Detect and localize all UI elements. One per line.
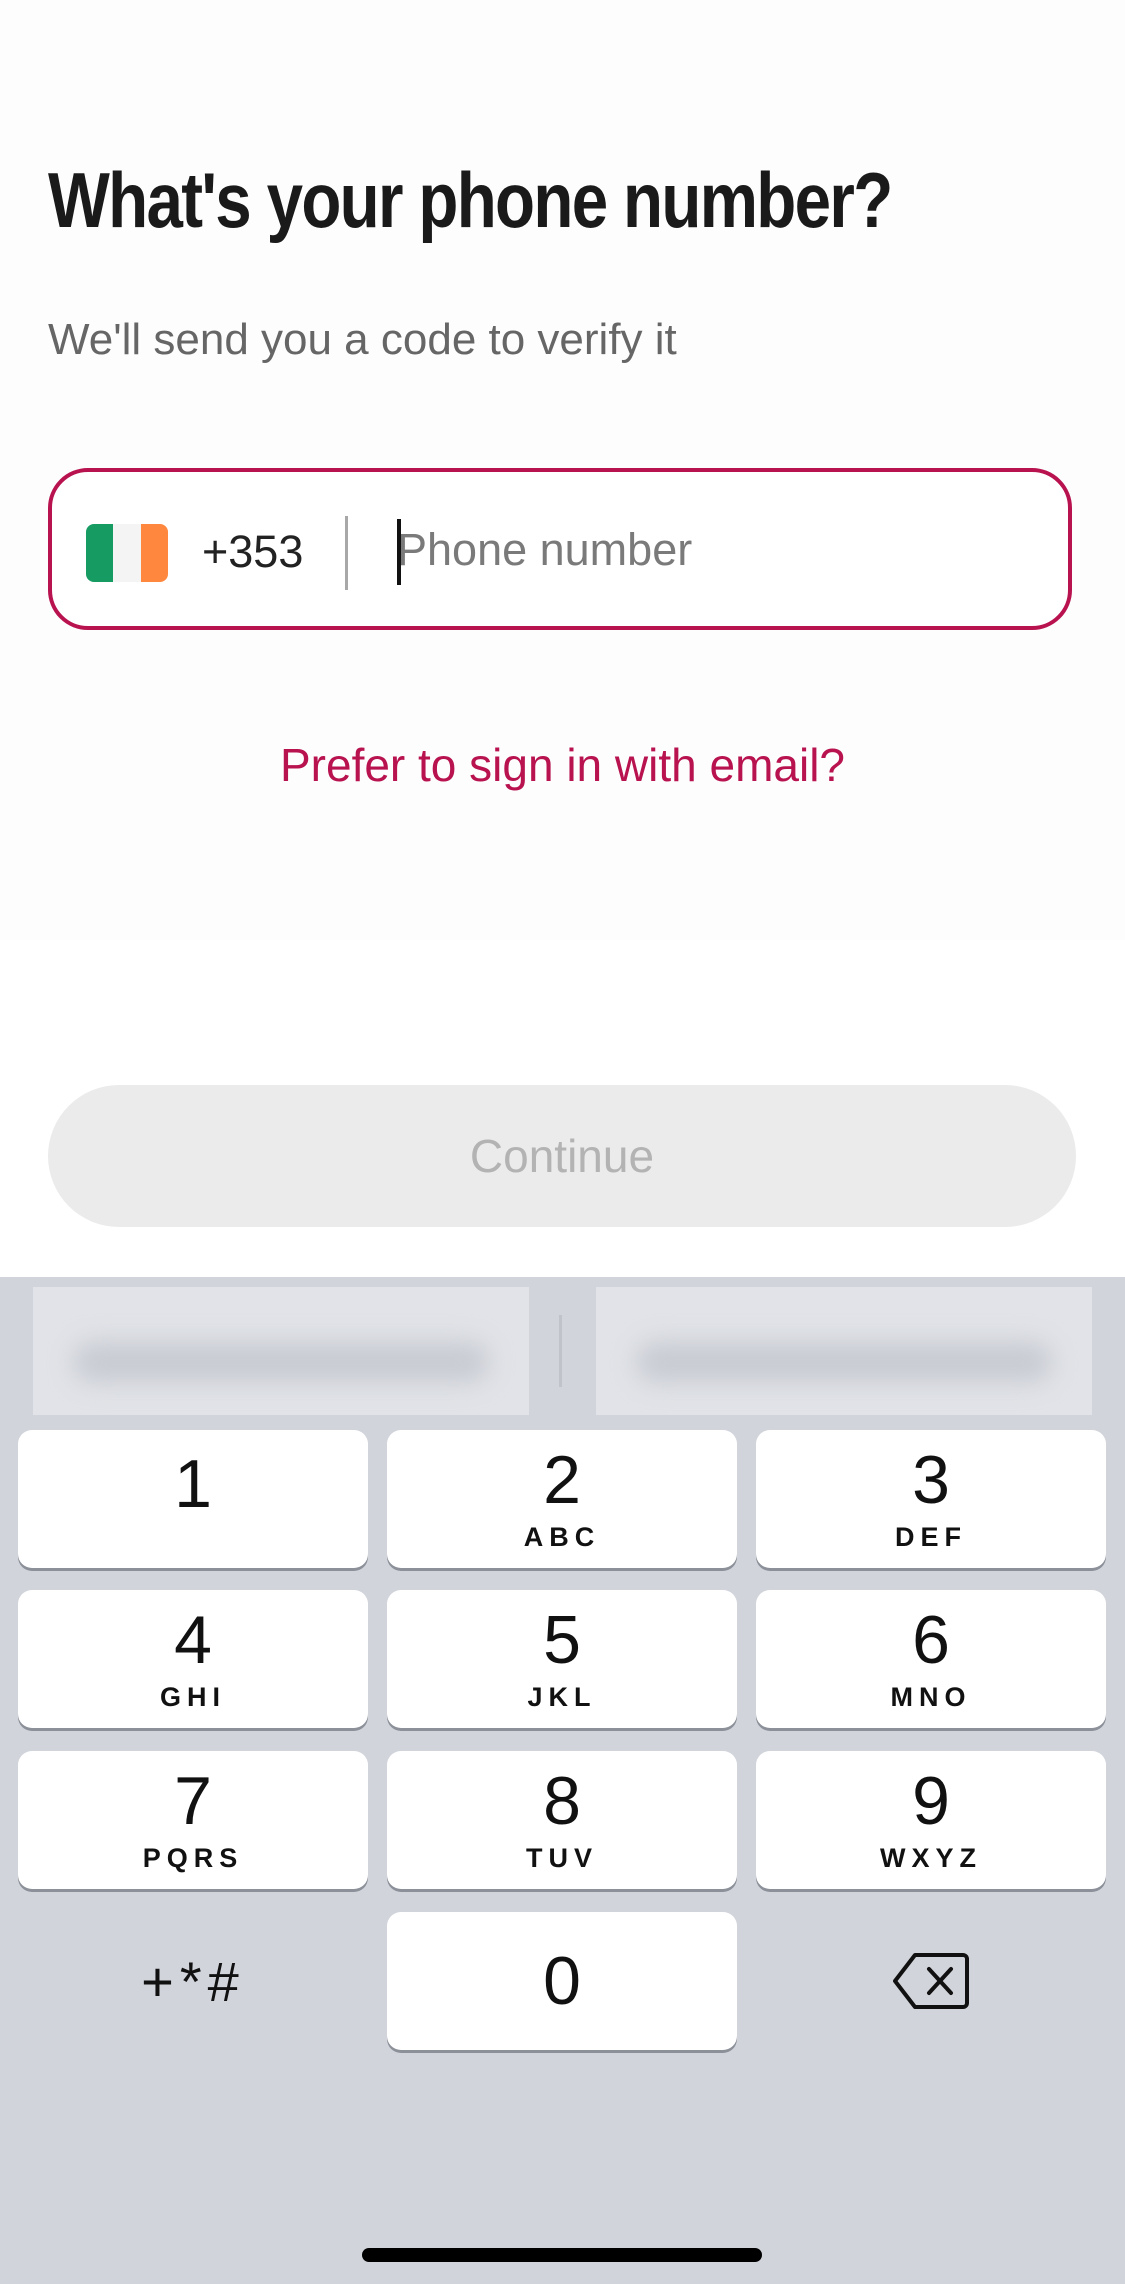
ireland-flag-icon[interactable]: [86, 524, 168, 582]
key-digit: 3: [912, 1442, 950, 1518]
key-letters: WXYZ: [880, 1843, 982, 1873]
country-code-selector[interactable]: +353: [202, 522, 303, 582]
delete-key[interactable]: [756, 1912, 1106, 2050]
key-digit: 1: [174, 1446, 212, 1522]
key-digit: 0: [543, 1943, 581, 2019]
suggestion-blurred-text: [636, 1342, 1052, 1382]
text-cursor: [397, 519, 401, 585]
flag-stripe-white: [113, 524, 141, 582]
key-0[interactable]: 0: [387, 1912, 737, 2050]
key-digit: 9: [912, 1763, 950, 1839]
key-5[interactable]: 5 JKL: [387, 1590, 737, 1728]
backspace-icon: [893, 1953, 969, 2009]
page-subtitle: We'll send you a code to verify it: [48, 315, 677, 364]
key-9[interactable]: 9 WXYZ: [756, 1751, 1106, 1889]
key-letters: MNO: [890, 1682, 972, 1712]
symbols-key[interactable]: +*#: [18, 1912, 368, 2050]
key-digit: 4: [174, 1602, 212, 1678]
key-8[interactable]: 8 TUV: [387, 1751, 737, 1889]
numeric-keyboard: 1 2 ABC 3 DEF 4 GHI 5 JKL 6 MNO 7 PQRS 8…: [0, 1277, 1125, 2284]
key-letters: PQRS: [142, 1843, 244, 1873]
phone-number-input[interactable]: [397, 510, 1017, 590]
key-digit: 5: [543, 1602, 581, 1678]
key-2[interactable]: 2 ABC: [387, 1430, 737, 1568]
keyboard-suggestion-left[interactable]: [33, 1287, 529, 1415]
key-digit: 2: [543, 1442, 581, 1518]
key-digit: 7: [174, 1763, 212, 1839]
key-6[interactable]: 6 MNO: [756, 1590, 1106, 1728]
key-digit: 6: [912, 1602, 950, 1678]
flag-stripe-green: [86, 524, 114, 582]
key-3[interactable]: 3 DEF: [756, 1430, 1106, 1568]
page-title: What's your phone number?: [48, 156, 893, 244]
symbols-label: +*#: [141, 1950, 245, 2013]
suggestion-blurred-text: [73, 1342, 489, 1382]
suggestion-divider: [559, 1315, 562, 1387]
key-7[interactable]: 7 PQRS: [18, 1751, 368, 1889]
key-digit: 8: [543, 1763, 581, 1839]
key-1[interactable]: 1: [18, 1430, 368, 1568]
phone-number-field[interactable]: +353: [48, 468, 1072, 630]
flag-stripe-orange: [140, 524, 168, 582]
home-indicator[interactable]: [362, 2248, 762, 2262]
form-area: What's your phone number? We'll send you…: [0, 0, 1125, 1227]
key-4[interactable]: 4 GHI: [18, 1590, 368, 1728]
key-letters: TUV: [526, 1843, 598, 1873]
continue-button[interactable]: Continue: [48, 1085, 1076, 1227]
key-letters: DEF: [895, 1522, 967, 1552]
keyboard-suggestion-right[interactable]: [596, 1287, 1092, 1415]
key-letters: JKL: [527, 1682, 597, 1712]
field-divider: [345, 516, 348, 590]
key-letters: ABC: [523, 1522, 601, 1552]
sign-in-with-email-link[interactable]: Prefer to sign in with email?: [0, 735, 1125, 795]
key-letters: GHI: [159, 1682, 226, 1712]
